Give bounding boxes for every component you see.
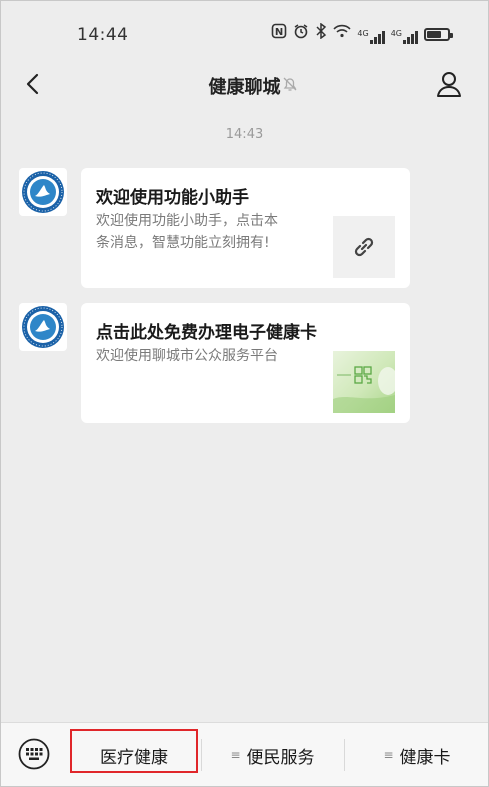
- page-title: 健康聊城: [208, 77, 281, 98]
- svg-text:N: N: [275, 27, 283, 38]
- menu-label: 健康卡: [399, 747, 451, 768]
- keyboard-toggle-button[interactable]: [18, 738, 50, 770]
- message-card[interactable]: 欢迎使用功能小助手 欢迎使用功能小助手，点击本 条消息，智慧功能立刻拥有!: [81, 168, 410, 288]
- menu-health-card[interactable]: ≡ 健康卡: [344, 723, 488, 786]
- person-icon: [437, 72, 461, 97]
- signal-icon: 4G: [357, 24, 385, 44]
- logo-icon: [22, 171, 64, 213]
- keyboard-icon: [18, 738, 50, 770]
- message-title: 点击此处免费办理电子健康卡: [96, 323, 317, 343]
- menu-medical-health[interactable]: 医疗健康: [67, 723, 201, 786]
- message-title: 欢迎使用功能小助手: [96, 188, 249, 208]
- avatar[interactable]: [19, 303, 67, 351]
- avatar[interactable]: [19, 168, 67, 216]
- menu-lines-icon: ≡: [230, 748, 241, 762]
- bluetooth-icon: [315, 22, 327, 45]
- battery-icon: [424, 27, 453, 41]
- menu-convenience-services[interactable]: ≡ 便民服务: [201, 723, 344, 786]
- qr-code-icon: [333, 366, 398, 413]
- signal-icon-2: 4G: [391, 24, 418, 44]
- status-bar: 14:44 N 4G 4G: [1, 1, 488, 59]
- message-card[interactable]: 点击此处免费办理电子健康卡 欢迎使用聊城市公众服务平台: [81, 303, 410, 423]
- message-description: 欢迎使用功能小助手，点击本 条消息，智慧功能立刻拥有!: [96, 213, 278, 251]
- link-icon: [354, 237, 374, 257]
- phone-screen: 14:44 N 4G 4G 健康聊城 14:43 欢迎使用功能小助手 欢迎使用功…: [0, 0, 489, 787]
- menu-label: 医疗健康: [100, 747, 168, 768]
- menu-label: 便民服务: [246, 747, 315, 768]
- wifi-icon: [333, 24, 351, 44]
- logo-icon: [22, 306, 64, 348]
- alarm-icon: [293, 23, 309, 45]
- menu-lines-icon: ≡: [383, 748, 394, 762]
- mute-bell-icon: [281, 75, 299, 93]
- chat-timestamp: 14:43: [225, 127, 264, 142]
- bottom-menu-bar: 医疗健康 ≡ 便民服务 ≡ 健康卡: [1, 722, 488, 786]
- nfc-icon: N: [271, 23, 287, 45]
- nav-bar: 健康聊城: [1, 59, 488, 111]
- message-description: 欢迎使用聊城市公众服务平台: [96, 348, 278, 364]
- status-icons: N 4G 4G: [271, 22, 453, 45]
- status-time: 14:44: [77, 25, 129, 45]
- profile-button[interactable]: [434, 69, 464, 99]
- link-thumbnail: [333, 216, 395, 278]
- health-card-thumbnail: [333, 351, 398, 413]
